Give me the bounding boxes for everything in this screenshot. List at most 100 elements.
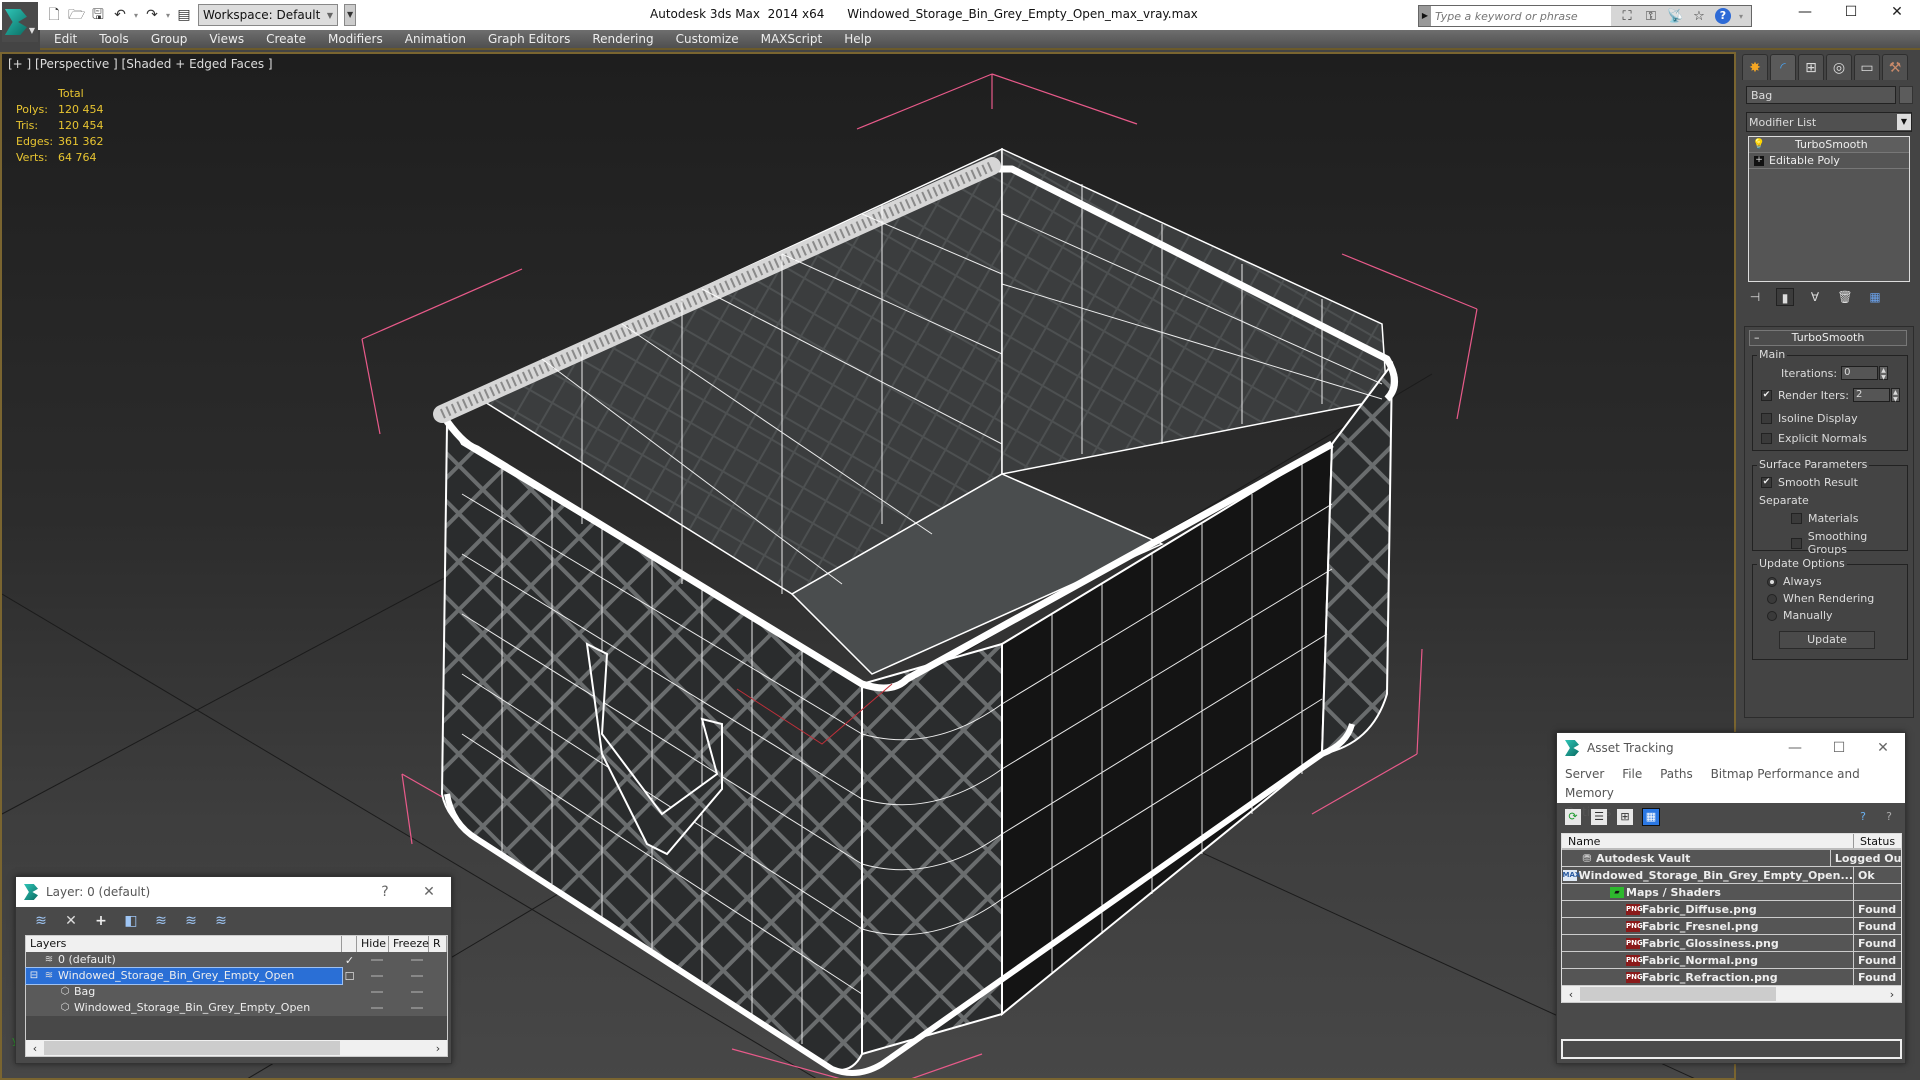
layer-row[interactable]: ≋ 0 (default) ✓ [26,952,447,968]
undo-dropdown-icon[interactable]: ▾ [134,11,138,20]
smooth-result-checkbox[interactable]: ✔ [1761,477,1772,488]
show-end-result-icon[interactable]: ▮ [1776,288,1794,306]
search-input[interactable] [1431,6,1611,26]
hide-toggle[interactable] [357,975,397,977]
maximize-button[interactable]: ☐ [1828,0,1874,26]
isoline-checkbox[interactable] [1761,413,1772,424]
menu-edit[interactable]: Edit [54,32,77,46]
close-button[interactable]: ✕ [407,884,451,900]
layer-object-row[interactable]: ⬡ Bag [26,984,447,1000]
open-file-icon[interactable]: 🗁 [68,7,85,23]
list-view-icon[interactable]: ☰ [1591,809,1607,825]
update-manually-radio[interactable] [1767,610,1777,621]
menu-group[interactable]: Group [151,32,188,46]
close-button[interactable]: ✕ [1861,740,1905,756]
freeze-toggle[interactable] [397,991,437,993]
update-always-radio[interactable] [1767,576,1777,587]
asset-row[interactable]: PNG Fabric_Refraction.png Found [1562,969,1901,986]
object-name-field[interactable] [1746,86,1896,104]
add-to-layer-icon[interactable]: + [92,913,110,929]
help-button[interactable]: ? [363,884,407,900]
binoculars-icon[interactable]: ⛶ [1619,9,1635,24]
tab-hierarchy[interactable]: ⊞ [1798,54,1824,80]
redo-icon[interactable]: ↷ [144,7,160,23]
refresh-icon[interactable]: ⟳ [1565,809,1581,825]
select-objects-icon[interactable]: ◧ [122,913,140,929]
layer-window-titlebar[interactable]: Layer: 0 (default) ? ✕ [16,877,451,907]
iterations-spinner-arrows[interactable]: ▲ ▼ [1879,366,1889,381]
materials-checkbox[interactable] [1791,513,1802,524]
project-folder-icon[interactable]: ▤ [176,7,192,23]
column-layers[interactable]: Layers [26,936,342,952]
scrollbar-thumb[interactable] [44,1041,340,1055]
explicit-normals-checkbox[interactable] [1761,433,1772,444]
remove-modifier-icon[interactable]: 🗑 [1836,288,1854,306]
object-color-swatch[interactable] [1899,86,1913,104]
iterations-field[interactable]: 0 [1841,366,1879,380]
modifier-list-dropdown[interactable]: Modifier List ▼ [1746,112,1912,132]
menu-create[interactable]: Create [266,32,306,46]
freeze-toggle[interactable] [397,975,437,977]
smoothing-groups-checkbox[interactable] [1791,537,1802,549]
lightbulb-icon[interactable]: 💡 [1749,139,1769,150]
column-current[interactable] [342,936,357,952]
asset-row[interactable]: PNG Fabric_Glossiness.png Found [1562,935,1901,952]
tab-create[interactable]: ✸ [1742,54,1768,80]
render-iters-field[interactable]: 2 [1852,388,1890,402]
star-icon[interactable]: ☆ [1691,9,1707,24]
collapse-icon[interactable]: ⊟ [26,968,42,984]
column-freeze[interactable]: Freeze [389,936,429,952]
menu-server[interactable]: Server [1565,767,1604,781]
undo-icon[interactable]: ↶ [112,7,128,23]
satellite-icon[interactable]: 📡 [1667,9,1683,24]
menu-rendering[interactable]: Rendering [592,32,653,46]
column-name[interactable]: Name [1562,834,1854,848]
set-current-layer-box-icon[interactable]: ☐ [342,970,357,983]
create-layer-icon[interactable]: ≋ [32,913,50,929]
rollout-header[interactable]: – TurboSmooth [1749,330,1907,346]
make-unique-icon[interactable]: ∀ [1806,288,1824,306]
layer-object-row[interactable]: ⬡ Windowed_Storage_Bin_Grey_Empty_Open [26,1000,447,1016]
menu-paths[interactable]: Paths [1660,767,1693,781]
column-hide[interactable]: Hide [357,936,389,952]
help-icon[interactable]: ? [1715,8,1731,24]
help-icon[interactable]: ? [1881,809,1897,825]
key-icon[interactable]: ⚿ [1643,9,1659,24]
asset-row[interactable]: ▰ Maps / Shaders [1562,884,1901,901]
horizontal-scrollbar[interactable]: ‹ › [1562,986,1901,1002]
hide-toggle[interactable] [357,959,397,961]
scroll-left-icon[interactable]: ‹ [26,1042,44,1055]
scrollbar-thumb[interactable] [1580,987,1776,1001]
asset-row[interactable]: PNG Fabric_Normal.png Found [1562,952,1901,969]
freeze-toggle[interactable] [397,1007,437,1009]
tab-motion[interactable]: ◎ [1826,54,1852,80]
application-menu-button[interactable]: ▼ [2,2,38,42]
menu-file[interactable]: File [1622,767,1642,781]
minimize-button[interactable]: — [1782,0,1828,26]
horizontal-scrollbar[interactable]: ‹ › [26,1040,447,1056]
help-globe-icon[interactable]: ? [1855,809,1871,825]
expand-search-icon[interactable]: ▶ [1419,6,1431,26]
viewport-label[interactable]: [+ ] [Perspective ] [Shaded + Edged Face… [8,57,273,71]
minimize-button[interactable]: — [1773,740,1817,756]
stack-item-editable-poly[interactable]: + Editable Poly [1749,153,1909,169]
freeze-toggle[interactable] [397,959,437,961]
customize-toolbar-button[interactable]: ▼ [344,4,357,26]
menu-modifiers[interactable]: Modifiers [328,32,383,46]
menu-customize[interactable]: Customize [676,32,739,46]
column-render[interactable]: R [429,936,447,952]
workspace-dropdown[interactable]: Workspace: Default ▼ [198,4,339,26]
layer-row[interactable]: ⊟ ≋ Windowed_Storage_Bin_Grey_Empty_Open ☐ [25,967,447,985]
asset-row[interactable]: PNG Fabric_Fresnel.png Found [1562,918,1901,935]
tab-utilities[interactable]: ⚒ [1882,54,1908,80]
table-view-icon[interactable]: ▦ [1642,808,1660,826]
new-file-icon[interactable]: 🗋 [46,7,62,23]
update-button[interactable]: Update [1779,631,1875,649]
asset-row[interactable]: PNG Fabric_Diffuse.png Found [1562,901,1901,918]
menu-graph-editors[interactable]: Graph Editors [488,32,570,46]
menu-tools[interactable]: Tools [99,32,129,46]
pin-stack-icon[interactable]: ⊣ [1746,288,1764,306]
menu-animation[interactable]: Animation [405,32,466,46]
stack-item-turbosmooth[interactable]: 💡 TurboSmooth [1749,137,1909,153]
configure-modifier-sets-icon[interactable]: ▦ [1866,288,1884,306]
